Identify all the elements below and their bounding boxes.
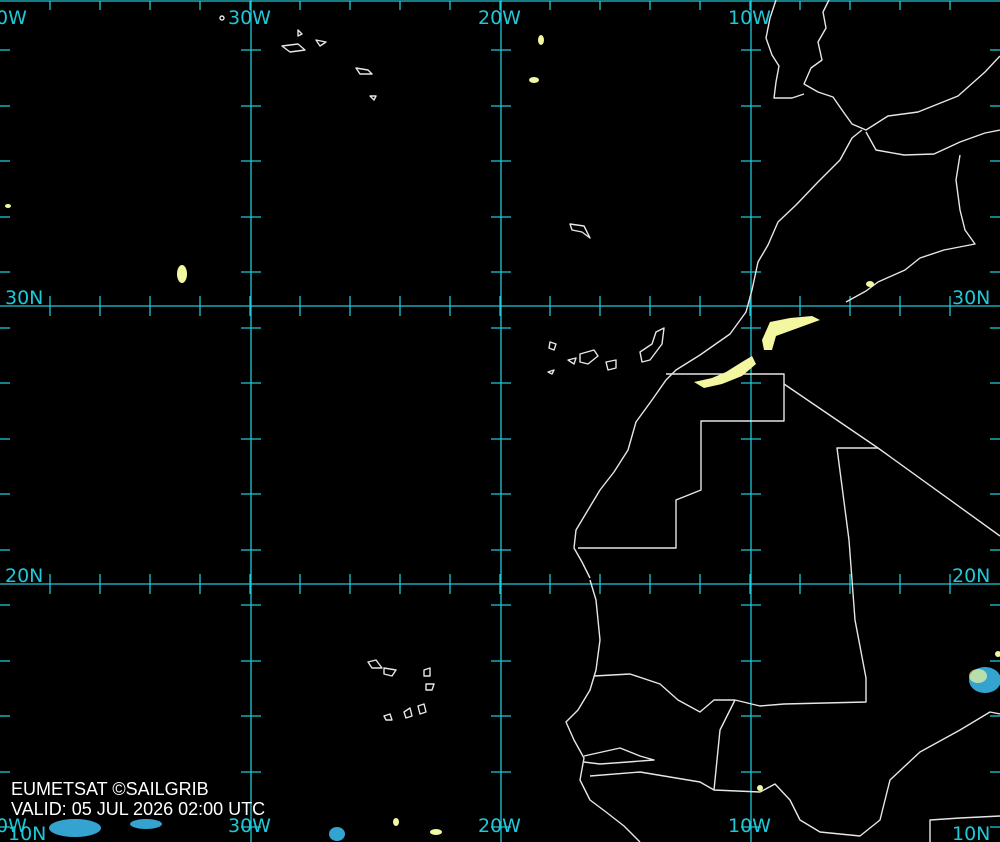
cloud-patch [969, 669, 987, 683]
cloud-patch [866, 281, 874, 287]
label-lon-10w-bottom: 10W [728, 815, 771, 837]
label-lon-20w-bottom: 20W [478, 815, 521, 837]
cloud-patch [538, 35, 544, 45]
cloud-patch [130, 819, 162, 829]
credit-line: EUMETSAT ©SAILGRIB [11, 779, 209, 799]
label-lon-10w: 10W [728, 7, 771, 29]
label-lat-30n-left: 30N [5, 287, 43, 309]
label-lat-10n-right: 10N [952, 823, 990, 842]
cloud-patch [529, 77, 539, 83]
valid-time: VALID: 05 JUL 2026 02:00 UTC [11, 799, 266, 819]
label-lat-20n-right: 20N [952, 565, 990, 587]
cloud-patch [177, 265, 187, 283]
cloud-patch [5, 204, 11, 208]
label-lon-20w: 20W [478, 7, 521, 29]
satellite-map: 30W 20W 10W 30W 20W 10W 30N 30N 20N 20N … [0, 0, 1000, 842]
cloud-patch [329, 827, 345, 841]
label-lat-30n-right: 30N [952, 287, 990, 309]
cloud-patch [393, 818, 399, 826]
cloud-patch [49, 819, 101, 837]
label-lon-partial-top: 0W [0, 7, 27, 29]
cloud-patch [430, 829, 442, 835]
cloud-patch [757, 785, 763, 791]
label-lat-20n-left: 20N [5, 565, 43, 587]
label-lon-30w: 30W [228, 7, 271, 29]
